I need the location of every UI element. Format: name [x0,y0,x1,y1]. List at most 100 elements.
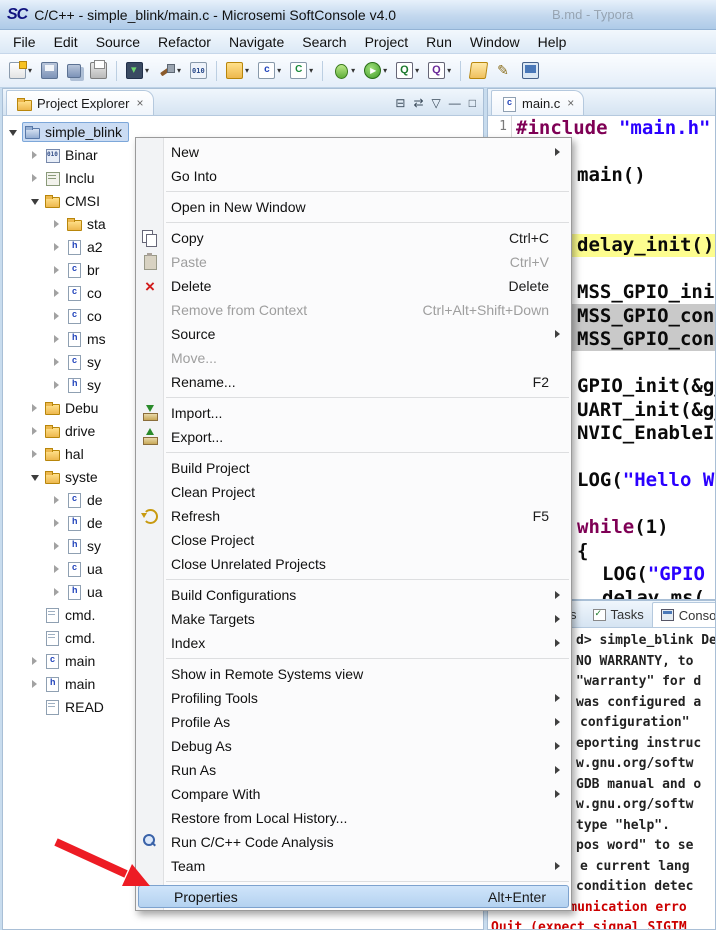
menubar-item-refactor[interactable]: Refactor [149,32,220,52]
run-button[interactable]: ▾ [360,58,391,84]
view-menu-icon[interactable]: ▽ [432,96,441,110]
dropdown-arrow-icon[interactable]: ▾ [309,66,313,75]
dropdown-arrow-icon[interactable]: ▾ [383,66,387,75]
expand-arrow-icon[interactable] [51,379,63,391]
dropdown-arrow-icon[interactable]: ▾ [447,66,451,75]
menu-item-new[interactable]: New [136,140,571,164]
close-icon[interactable]: × [567,96,574,110]
expand-arrow-icon[interactable] [51,333,63,345]
menu-item-profile-as[interactable]: Profile As [136,710,571,734]
expand-arrow-icon[interactable] [51,310,63,322]
dropdown-arrow-icon[interactable]: ▾ [245,66,249,75]
collapse-all-icon[interactable]: ⊟ [395,96,405,110]
menu-item-debug-as[interactable]: Debug As [136,734,571,758]
menu-item-delete[interactable]: × Delete Delete [136,274,571,298]
expand-arrow-icon[interactable] [29,678,41,690]
maximize-icon[interactable]: □ [469,96,476,110]
print-button[interactable] [86,58,111,84]
menu-item-restore-from-local-history[interactable]: Restore from Local History... [136,806,571,830]
expand-arrow-icon[interactable] [29,172,41,184]
menu-item-make-targets[interactable]: Make Targets [136,607,571,631]
menu-item-import[interactable]: Import... [136,401,571,425]
menu-item-clean-project[interactable]: Clean Project [136,480,571,504]
menu-item-build-configurations[interactable]: Build Configurations [136,583,571,607]
menubar-item-file[interactable]: File [4,32,45,52]
build-binary-button[interactable] [186,58,211,84]
menu-item-refresh[interactable]: Refresh F5 [136,504,571,528]
expand-arrow-icon[interactable] [29,425,41,437]
expand-arrow-icon[interactable] [29,448,41,460]
menu-item-compare-with[interactable]: Compare With [136,782,571,806]
menubar-item-navigate[interactable]: Navigate [220,32,293,52]
build-button[interactable]: ▾ [154,58,185,84]
menu-item-build-project[interactable]: Build Project [136,456,571,480]
expand-arrow-icon[interactable] [51,517,63,529]
project-explorer-tab[interactable]: Project Explorer × [6,90,154,115]
editor-tab-main-c[interactable]: main.c × [491,90,585,115]
expand-arrow-icon[interactable] [29,471,41,483]
expand-arrow-icon[interactable] [7,126,19,138]
expand-arrow-icon[interactable] [51,494,63,506]
expand-arrow-icon[interactable] [29,195,41,207]
new-wizard-button[interactable]: ▾ [5,58,36,84]
menu-item-go-into[interactable]: Go Into [136,164,571,188]
remote-systems-button[interactable] [518,58,543,84]
menu-item-paste[interactable]: Paste Ctrl+V [136,250,571,274]
menu-item-export[interactable]: Export... [136,425,571,449]
link-with-editor-icon[interactable]: ⇄ [413,96,423,110]
expand-arrow-icon[interactable] [29,149,41,161]
open-folder-button[interactable] [466,58,491,84]
menu-item-rename[interactable]: Rename... F2 [136,370,571,394]
menubar-item-search[interactable]: Search [293,32,355,52]
expand-arrow-icon[interactable] [51,356,63,368]
menu-item-show-in-remote-systems-view[interactable]: Show in Remote Systems view [136,662,571,686]
new-source-file-button[interactable]: ▾ [254,58,285,84]
expand-arrow-icon[interactable] [51,287,63,299]
dropdown-arrow-icon[interactable]: ▾ [415,66,419,75]
menubar-item-window[interactable]: Window [461,32,529,52]
new-class-button[interactable]: ▾ [286,58,317,84]
dropdown-arrow-icon[interactable]: ▾ [351,66,355,75]
menu-item-index[interactable]: Index [136,631,571,655]
expand-arrow-icon[interactable] [51,218,63,230]
dropdown-arrow-icon[interactable]: ▾ [28,66,32,75]
menu-item-remove-from-context[interactable]: Remove from Context Ctrl+Alt+Shift+Down [136,298,571,322]
expand-arrow-icon[interactable] [51,586,63,598]
expand-arrow-icon[interactable] [29,402,41,414]
menu-item-close-unrelated-projects[interactable]: Close Unrelated Projects [136,552,571,576]
dropdown-arrow-icon[interactable]: ▾ [145,66,149,75]
new-folder-button[interactable]: ▾ [222,58,253,84]
menu-item-run-c-c-code-analysis[interactable]: Run C/C++ Code Analysis [136,830,571,854]
menu-item-move[interactable]: Move... [136,346,571,370]
expand-arrow-icon[interactable] [29,655,41,667]
minimize-icon[interactable]: — [449,96,461,110]
expand-arrow-icon[interactable] [51,264,63,276]
titlebar[interactable]: SC C/C++ - simple_blink/main.c - Microse… [0,0,716,30]
menu-item-copy[interactable]: Copy Ctrl+C [136,226,571,250]
dropdown-arrow-icon[interactable]: ▾ [277,66,281,75]
menu-item-source[interactable]: Source [136,322,571,346]
menubar-item-run[interactable]: Run [417,32,461,52]
menubar-item-source[interactable]: Source [87,32,149,52]
menubar-item-project[interactable]: Project [356,32,418,52]
coverage-button[interactable]: ▾ [392,58,423,84]
save-all-button[interactable] [63,58,85,84]
menu-item-properties[interactable]: Properties Alt+Enter [138,885,569,908]
menu-item-open-in-new-window[interactable]: Open in New Window [136,195,571,219]
expand-arrow-icon[interactable] [51,563,63,575]
debug-button[interactable]: ▾ [328,58,359,84]
save-button[interactable] [37,58,62,84]
menu-item-close-project[interactable]: Close Project [136,528,571,552]
menubar-item-edit[interactable]: Edit [45,32,87,52]
dropdown-arrow-icon[interactable]: ▾ [177,66,181,75]
mark-occurrences-button[interactable] [492,58,517,84]
expand-arrow-icon[interactable] [51,241,63,253]
menu-item-run-as[interactable]: Run As [136,758,571,782]
console-tab-tasks[interactable]: Tasks [585,602,652,627]
profile-button[interactable]: ▾ [424,58,455,84]
expand-arrow-icon[interactable] [51,540,63,552]
console-tab-console[interactable]: Console [651,602,715,627]
flash-target-button[interactable]: ▾ [122,58,153,84]
menu-item-team[interactable]: Team [136,854,571,878]
close-icon[interactable]: × [136,96,143,110]
